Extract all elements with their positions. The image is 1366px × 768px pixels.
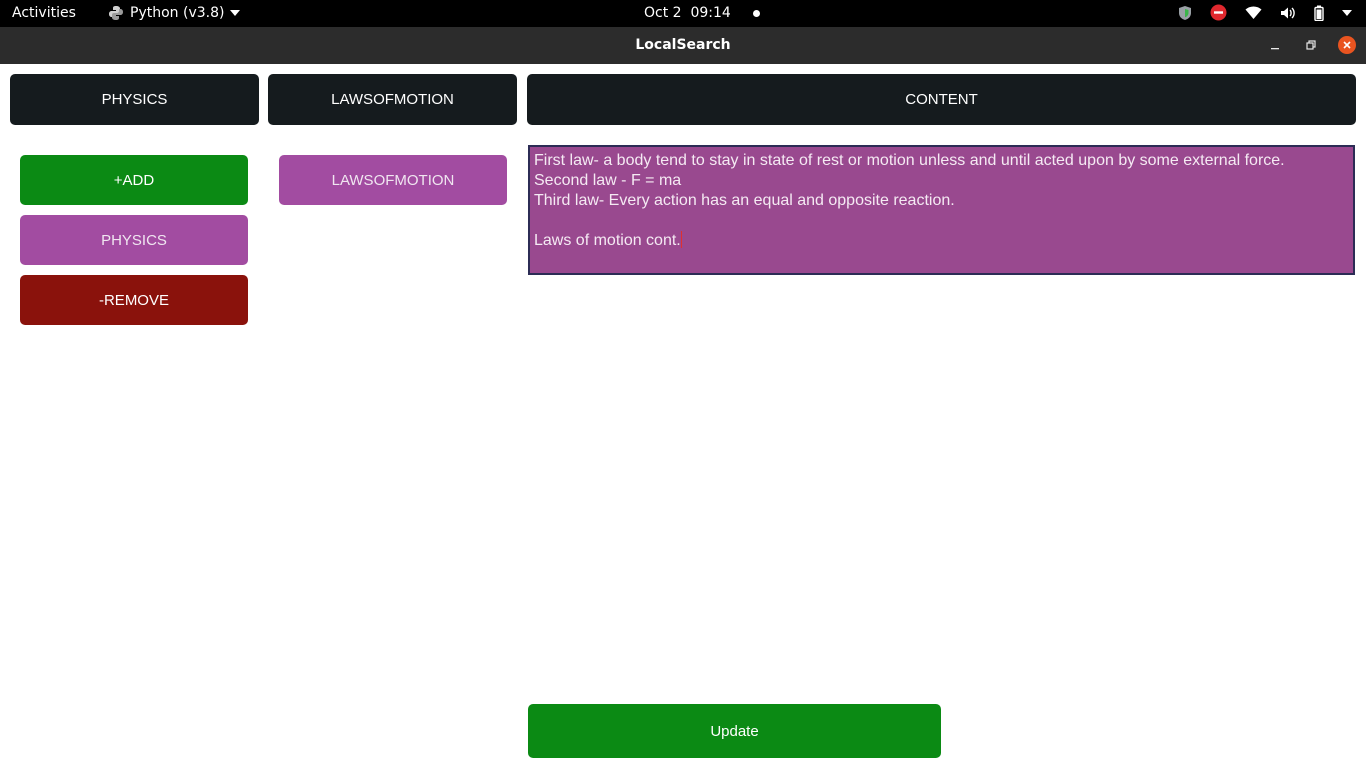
date-label: Oct 2 bbox=[644, 5, 682, 21]
app-menu-label: Python (v3.8) bbox=[130, 5, 225, 21]
do-not-disturb-icon bbox=[1210, 4, 1227, 21]
content-line: Third law- Every action has an equal and… bbox=[534, 192, 955, 209]
chevron-down-icon bbox=[230, 10, 241, 16]
header-lawsofmotion[interactable]: LAWSOFMOTION bbox=[268, 74, 517, 125]
content-line-text: Laws of motion cont. bbox=[534, 232, 681, 249]
header-content[interactable]: CONTENT bbox=[527, 74, 1356, 125]
volume-icon bbox=[1280, 6, 1296, 20]
minimize-button[interactable] bbox=[1266, 36, 1284, 54]
update-button[interactable]: Update bbox=[528, 704, 941, 758]
window-title: LocalSearch bbox=[635, 37, 731, 53]
remove-button[interactable]: -REMOVE bbox=[20, 275, 248, 325]
header-physics[interactable]: PHYSICS bbox=[10, 74, 259, 125]
system-menu-chevron-icon bbox=[1342, 9, 1352, 16]
window-title-bar[interactable]: LocalSearch bbox=[0, 27, 1366, 64]
topic-item-physics[interactable]: PHYSICS bbox=[20, 215, 248, 265]
content-text-area[interactable]: First law- a body tend to stay in state … bbox=[528, 145, 1355, 275]
time-label: 09:14 bbox=[690, 5, 731, 21]
content-line: Second law - F = ma bbox=[534, 172, 682, 189]
content-line: First law- a body tend to stay in state … bbox=[534, 152, 1285, 169]
content-line bbox=[534, 211, 1349, 231]
notification-dot-icon bbox=[752, 9, 760, 17]
activities-button[interactable]: Activities bbox=[12, 5, 76, 21]
system-top-bar: Activities Python (v3.8) Oct 2 09:14 bbox=[0, 0, 1366, 27]
shield-icon bbox=[1178, 5, 1192, 21]
wifi-icon bbox=[1245, 6, 1262, 20]
app-body: PHYSICS LAWSOFMOTION CONTENT +ADD PHYSIC… bbox=[0, 64, 1366, 768]
app-menu[interactable]: Python (v3.8) bbox=[108, 5, 241, 21]
restore-button[interactable] bbox=[1302, 36, 1320, 54]
close-button[interactable] bbox=[1338, 36, 1356, 54]
python-icon bbox=[108, 5, 124, 21]
text-cursor bbox=[680, 231, 682, 248]
content-line-last: Laws of motion cont. bbox=[534, 231, 1349, 251]
system-tray[interactable] bbox=[1178, 4, 1352, 21]
clock[interactable]: Oct 2 09:14 bbox=[644, 5, 760, 21]
subtopic-item-lawsofmotion[interactable]: LAWSOFMOTION bbox=[279, 155, 507, 205]
battery-icon bbox=[1314, 5, 1324, 21]
add-button[interactable]: +ADD bbox=[20, 155, 248, 205]
